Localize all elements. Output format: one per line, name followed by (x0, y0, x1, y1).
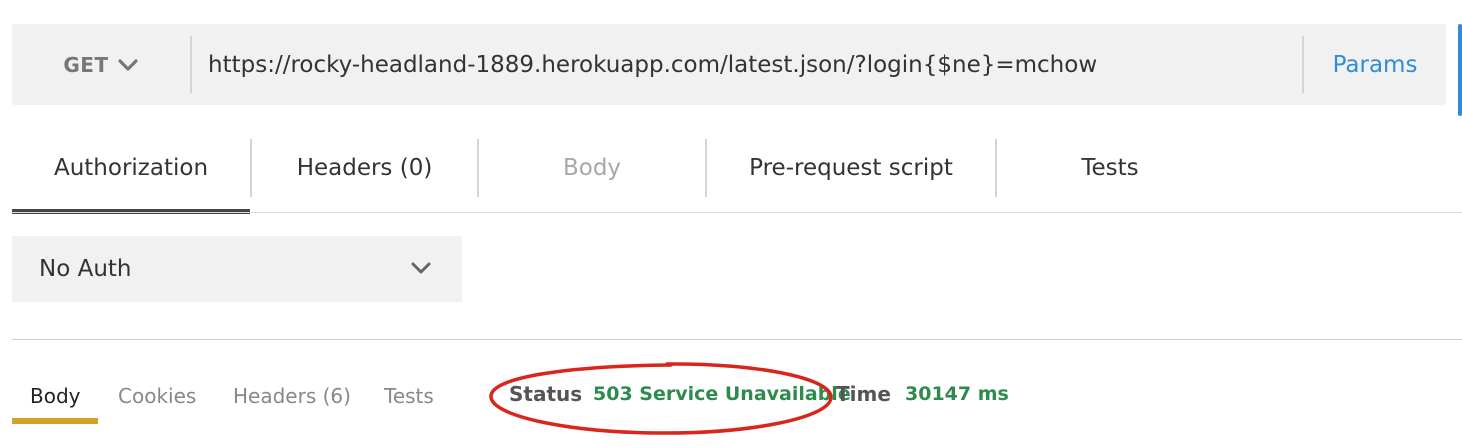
request-url-bar: GET Params (12, 24, 1446, 105)
tab-authorization[interactable]: Authorization (12, 124, 250, 214)
request-tabs: Authorization Headers (0) Body Pre-reque… (12, 124, 1462, 214)
method-dropdown[interactable]: GET (12, 24, 190, 105)
chevron-down-icon (411, 262, 431, 274)
tab-body[interactable]: Body (479, 124, 705, 212)
tabs-baseline (12, 212, 1462, 213)
response-tab-body[interactable]: Body (30, 376, 81, 416)
response-tab-cookies[interactable]: Cookies (118, 376, 196, 416)
section-divider (12, 339, 1462, 340)
method-separator (190, 36, 192, 93)
auth-type-value: No Auth (39, 256, 132, 282)
highlight-ellipse-annotation (489, 362, 833, 435)
send-button-edge[interactable] (1458, 24, 1462, 116)
chevron-down-icon (118, 58, 138, 71)
url-input[interactable] (208, 24, 1288, 105)
response-tab-underline (12, 418, 98, 424)
tab-pre-request-script[interactable]: Pre-request script (707, 124, 995, 212)
method-label: GET (63, 52, 109, 77)
tab-tests[interactable]: Tests (997, 124, 1223, 212)
response-tab-headers[interactable]: Headers (6) (233, 376, 351, 416)
time-label: Time (836, 382, 891, 406)
time-value: 30147 ms (905, 383, 1009, 405)
params-button[interactable]: Params (1304, 24, 1446, 105)
tab-headers[interactable]: Headers (0) (252, 124, 477, 212)
response-tab-tests[interactable]: Tests (384, 376, 434, 416)
auth-type-dropdown[interactable]: No Auth (12, 236, 462, 302)
